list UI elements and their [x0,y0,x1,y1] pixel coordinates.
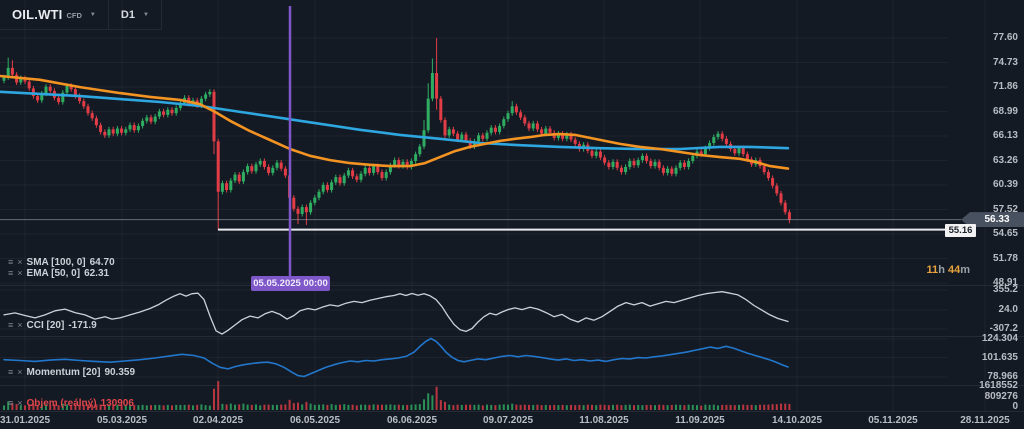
indicator-remove-icon[interactable]: × [17,269,22,278]
chevron-down-icon: ▼ [143,12,149,18]
price-axis[interactable]: 77.6074.7371.8668.9966.1363.2660.3957.52… [948,0,1024,411]
momentum-legend-text: Momentum [20]90.359 [27,367,136,378]
legend-cci: ≡ × CCI [20]-171.9 [8,320,97,331]
price-tick: 66.13 [993,130,1018,141]
instrument-type-label: CFD [67,11,82,20]
indicator-settings-icon[interactable]: ≡ [8,399,13,408]
instrument-symbol: OIL.WTI [12,7,63,22]
candle-countdown: 11h 44m [927,264,970,276]
momentum-tick: 124.304 [982,333,1018,344]
indicator-remove-icon[interactable]: × [17,368,22,377]
ema-legend-text: EMA [50, 0]62.31 [27,268,110,279]
price-tick: 54.65 [993,228,1018,239]
indicator-remove-icon[interactable]: × [17,258,22,267]
sma-legend-text: SMA [100, 0]64.70 [27,257,115,268]
price-tick: 68.99 [993,106,1018,117]
time-tick: 31.01.2025 [0,415,50,426]
momentum-tick: 101.635 [982,352,1018,363]
chart-header: OIL.WTI CFD ▼ D1 ▼ [0,0,162,30]
timeframe-label: D1 [121,9,135,21]
time-tick: 02.04.2025 [193,415,243,426]
indicator-settings-icon[interactable]: ≡ [8,269,13,278]
volume-legend-text: Objem (reálný)130906 [27,398,134,409]
cci-legend-text: CCI [20]-171.9 [27,320,97,331]
event-date-label[interactable]: 05.05.2025 00:00 [251,276,330,291]
instrument-selector[interactable]: OIL.WTI CFD ▼ [0,0,109,30]
time-tick: 11.09.2025 [675,415,725,426]
time-tick: 14.10.2025 [772,415,822,426]
price-tick: 71.86 [993,81,1018,92]
indicator-remove-icon[interactable]: × [17,399,22,408]
time-tick: 28.11.2025 [960,415,1010,426]
time-tick: 09.07.2025 [483,415,533,426]
price-tick: 63.26 [993,155,1018,166]
price-tick: 74.73 [993,57,1018,68]
cci-tick: 24.0 [999,304,1018,315]
price-tick: 51.78 [993,253,1018,264]
indicator-settings-icon[interactable]: ≡ [8,368,13,377]
time-tick: 05.03.2025 [97,415,147,426]
level-price-badge: 55.16 [945,224,976,237]
timeframe-selector[interactable]: D1 ▼ [109,0,162,30]
time-axis[interactable]: 31.01.2025 05.03.2025 02.04.2025 06.05.2025… [0,411,1024,429]
legend-momentum: ≡ × Momentum [20]90.359 [8,367,135,378]
time-tick: 11.08.2025 [579,415,629,426]
trading-chart-widget: OIL.WTI CFD ▼ D1 ▼ ≡ × SMA [100, 0]64.70… [0,0,1024,429]
time-tick: 06.05.2025 [290,415,340,426]
time-tick: 05.11.2025 [868,415,918,426]
legend-sma: ≡ × SMA [100, 0]64.70 [8,257,115,268]
chart-canvas[interactable] [0,0,1024,429]
price-tick: 60.39 [993,179,1018,190]
indicator-remove-icon[interactable]: × [17,321,22,330]
legend-ema: ≡ × EMA [50, 0]62.31 [8,268,109,279]
price-tick: 77.60 [993,32,1018,43]
chevron-down-icon: ▼ [90,12,96,18]
legend-volume: ≡ × Objem (reálný)130906 [8,398,134,409]
cci-tick: 355.2 [993,284,1018,295]
indicator-settings-icon[interactable]: ≡ [8,321,13,330]
time-tick: 06.06.2025 [387,415,437,426]
indicator-settings-icon[interactable]: ≡ [8,258,13,267]
volume-tick: 1618552 [979,380,1018,391]
